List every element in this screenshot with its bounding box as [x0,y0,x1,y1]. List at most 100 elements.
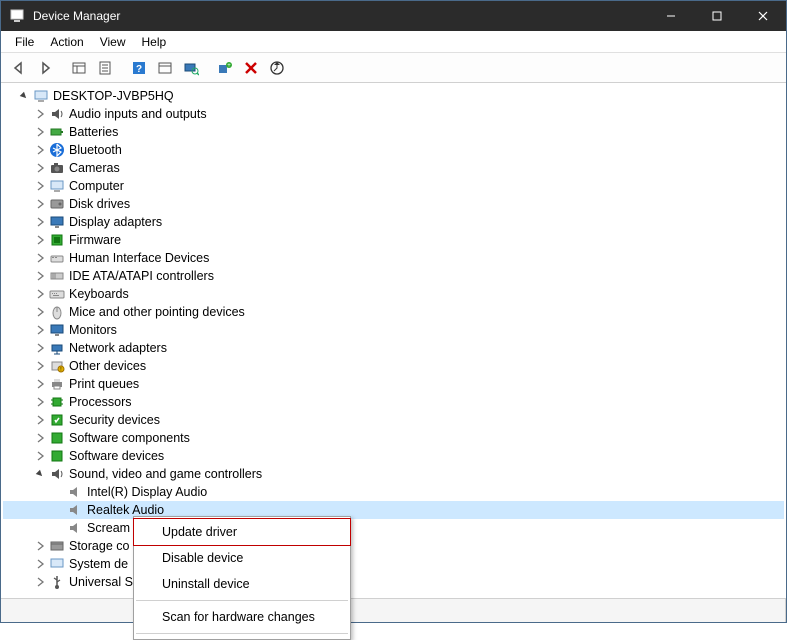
tree-device-selected[interactable]: Realtek Audio [3,501,784,519]
sound-icon [49,466,65,482]
tree-category[interactable]: IDE ATA/ATAPI controllers [3,267,784,285]
tree-category[interactable]: Storage co [3,537,784,555]
expand-icon[interactable] [33,305,47,319]
tree-device[interactable]: Intel(R) Display Audio [3,483,784,501]
menu-file[interactable]: File [7,33,42,51]
tree-category[interactable]: Disk drives [3,195,784,213]
speaker-icon [67,502,83,518]
expand-icon[interactable] [33,557,47,571]
expand-icon[interactable] [33,269,47,283]
device-tree[interactable]: DESKTOP-JVBP5HQ Audio inputs and outputs… [1,83,786,598]
expand-icon[interactable] [33,233,47,247]
tree-category[interactable]: Firmware [3,231,784,249]
processor-icon [49,394,65,410]
software-dev-icon [49,448,65,464]
expand-icon[interactable] [33,161,47,175]
expand-icon[interactable] [33,287,47,301]
expand-icon[interactable] [33,359,47,373]
tree-category[interactable]: Cameras [3,159,784,177]
usb-icon [49,574,65,590]
tree-category[interactable]: Keyboards [3,285,784,303]
uninstall-button[interactable] [239,56,263,80]
collapse-icon[interactable] [33,467,47,481]
tree-category[interactable]: Mice and other pointing devices [3,303,784,321]
expand-icon[interactable] [33,431,47,445]
tree-category[interactable]: Computer [3,177,784,195]
expand-icon[interactable] [33,215,47,229]
tree-category-sound[interactable]: Sound, video and game controllers [3,465,784,483]
tree-category[interactable]: !Other devices [3,357,784,375]
speaker-icon [67,484,83,500]
expand-icon[interactable] [33,575,47,589]
context-separator [136,600,348,601]
context-uninstall-device[interactable]: Uninstall device [134,571,350,597]
hid-icon [49,250,65,266]
tree-category[interactable]: Network adapters [3,339,784,357]
update-driver-button[interactable] [265,56,289,80]
close-button[interactable] [740,1,786,31]
display-icon [49,214,65,230]
svg-text:!: ! [60,367,61,373]
tree-category[interactable]: System de [3,555,784,573]
tree-category[interactable]: Universal S [3,573,784,591]
expand-icon[interactable] [33,125,47,139]
tree-category[interactable]: Display adapters [3,213,784,231]
forward-button[interactable] [33,56,57,80]
camera-icon [49,160,65,176]
expand-icon[interactable] [33,197,47,211]
scan-hardware-button[interactable] [179,56,203,80]
system-icon [49,556,65,572]
computer-node-icon [49,178,65,194]
audio-icon [49,106,65,122]
tree-category[interactable]: Batteries [3,123,784,141]
minimize-button[interactable] [648,1,694,31]
show-hide-console-button[interactable] [67,56,91,80]
tree-category[interactable]: Bluetooth [3,141,784,159]
tree-category[interactable]: Human Interface Devices [3,249,784,267]
expand-icon[interactable] [33,341,47,355]
menu-help[interactable]: Help [134,33,175,51]
expand-icon[interactable] [17,89,31,103]
computer-icon [33,88,49,104]
menu-view[interactable]: View [92,33,134,51]
expand-icon[interactable] [33,377,47,391]
expand-icon[interactable] [33,179,47,193]
speaker-icon [67,520,83,536]
tree-device[interactable]: Scream [3,519,784,537]
software-icon [49,430,65,446]
network-icon [49,340,65,356]
tree-category[interactable]: Security devices [3,411,784,429]
expand-icon[interactable] [33,143,47,157]
menu-action[interactable]: Action [42,33,91,51]
tree-category[interactable]: Processors [3,393,784,411]
help-button[interactable]: ? [127,56,151,80]
tree-root[interactable]: DESKTOP-JVBP5HQ [3,87,784,105]
expand-icon[interactable] [33,449,47,463]
back-button[interactable] [7,56,31,80]
context-disable-device[interactable]: Disable device [134,545,350,571]
tree-category[interactable]: Monitors [3,321,784,339]
tree-category[interactable]: Audio inputs and outputs [3,105,784,123]
expand-icon[interactable] [33,395,47,409]
maximize-button[interactable] [694,1,740,31]
expand-icon[interactable] [33,251,47,265]
monitor-icon [49,322,65,338]
tree-category[interactable]: Software components [3,429,784,447]
expand-icon[interactable] [33,539,47,553]
keyboard-icon [49,286,65,302]
add-legacy-button[interactable]: + [213,56,237,80]
status-bar [1,598,786,622]
properties-button[interactable] [93,56,117,80]
expand-icon[interactable] [33,413,47,427]
tree-category[interactable]: Software devices [3,447,784,465]
expand-icon[interactable] [33,107,47,121]
context-scan-hardware[interactable]: Scan for hardware changes [134,604,350,630]
svg-text:?: ? [136,64,142,75]
expand-icon[interactable] [33,323,47,337]
app-icon [9,8,25,24]
action-button[interactable] [153,56,177,80]
context-update-driver[interactable]: Update driver [133,518,351,546]
menu-bar: File Action View Help [1,31,786,53]
tree-category[interactable]: Print queues [3,375,784,393]
storage-icon [49,538,65,554]
